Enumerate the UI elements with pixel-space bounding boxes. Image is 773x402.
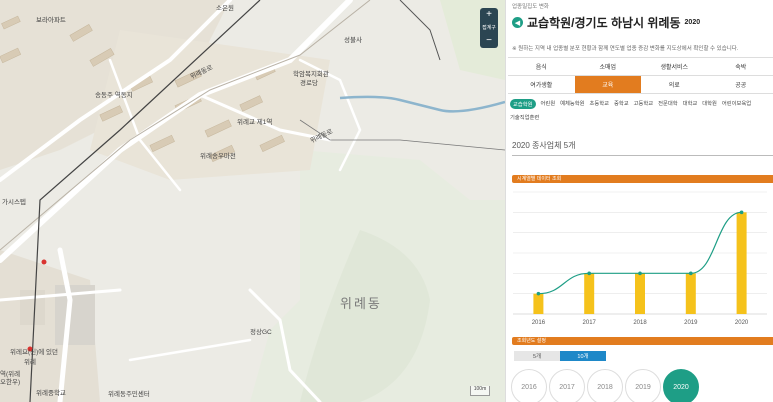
zoom-label: 접계구	[482, 25, 496, 31]
map-base	[0, 0, 505, 402]
page-title: 교습학원/경기도 하남시 위례동	[527, 16, 681, 30]
x-tick-label: 2017	[583, 320, 597, 326]
trend-point	[587, 271, 591, 276]
year-button[interactable]: 2017	[549, 369, 585, 402]
subcategory-item[interactable]: 대학원	[702, 99, 717, 109]
info-note: ※ 원하는 지역 내 업종별 분포 현황과 함께 연도별 업종 증감 변화를 지…	[512, 46, 739, 52]
map-label-gwangju: 가시스텝	[2, 199, 26, 206]
map-label-soeungwon: 소은원	[216, 5, 234, 12]
period-tabs: 5개 10개	[514, 351, 606, 361]
bar	[584, 273, 595, 314]
category-tab[interactable]: 교육	[574, 76, 641, 93]
map-label-seongbulsa: 성불사	[344, 37, 362, 44]
category-tab[interactable]: 숙박	[708, 58, 773, 75]
title-year: 2020	[684, 19, 701, 26]
map-label-wirye-sub: 위례	[24, 359, 36, 366]
period-tab[interactable]: 10개	[560, 351, 606, 361]
x-tick-label: 2019	[684, 320, 698, 326]
zoom-out-button[interactable]: −	[486, 36, 492, 46]
section-year-header: 조회년도 설정	[512, 337, 773, 345]
bar	[533, 293, 544, 314]
map-label-wirye-bottom: 위례동주민센터	[108, 391, 150, 398]
zoom-control[interactable]: + 접계구 −	[480, 8, 498, 48]
subcategory-item[interactable]: 기술직업훈련	[510, 113, 539, 121]
subcategory-item[interactable]: 어린이보육업	[722, 99, 751, 109]
map-label-hakdong: 학암복지회관	[293, 71, 329, 78]
map-label-bora-apt: 보라아파트	[36, 17, 66, 24]
map-label-wirye-apt: 위레요(신)에 있던	[10, 349, 58, 356]
category-tab[interactable]: 의료	[641, 76, 708, 93]
back-button[interactable]: ◀	[512, 17, 523, 28]
map-label-wirye-school: 위례중학교	[36, 390, 66, 397]
category-tab[interactable]: 소매업	[575, 58, 642, 75]
subcategory-item[interactable]: 예체능학원	[560, 99, 584, 109]
trend-chart: 2016 2017 2018 2019 2020	[513, 191, 767, 326]
bar	[685, 273, 696, 314]
category-tab[interactable]: 공공	[708, 76, 773, 93]
category-tab[interactable]: 음식	[508, 58, 575, 75]
x-tick-label: 2020	[735, 320, 749, 326]
year-selector: 2016 2017 2018 2019 2020	[511, 369, 701, 402]
map-label-gyeongrodang: 경로당	[300, 80, 318, 87]
subcategory-item[interactable]: 어린원	[541, 99, 556, 109]
x-tick-label: 2016	[532, 320, 546, 326]
year-button[interactable]: 2018	[587, 369, 623, 402]
business-count: 2020 종사업체 5개	[512, 141, 576, 150]
bar	[635, 273, 645, 314]
map-view[interactable]: 보라아파트 소은원 성불사 학암복지회관 경로당 송동주 역동지 위례교 제1역…	[0, 0, 505, 402]
subcategory-item[interactable]: 교습학원	[510, 99, 536, 109]
map-label-jisan: 정상GC	[250, 329, 272, 336]
subcategory-item[interactable]: 전문대학	[658, 99, 678, 109]
category-grid: 음식 소매업 생활서비스 숙박 여가생활 교육 의료 공공	[508, 57, 773, 94]
map-label-district: 위례동	[340, 296, 382, 311]
subcategory-list: 교습학원 어린원 예체능학원 초등학교 중학교 고등학교 전문대학 대학교 대학원 어린이보육업기…	[510, 99, 773, 121]
subcategory-item[interactable]: 고등학교	[634, 99, 654, 109]
trend-point	[536, 291, 541, 296]
subcategory-item[interactable]: 중학교	[614, 99, 629, 109]
year-button[interactable]: 2020	[663, 369, 699, 402]
divider	[512, 155, 773, 156]
subcategory-item[interactable]: 초등학교	[590, 99, 610, 109]
bar	[736, 212, 747, 314]
map-label-wirye-songwon: 위례송우마전	[200, 153, 236, 160]
year-button[interactable]: 2016	[511, 369, 547, 402]
period-tab[interactable]: 5개	[514, 351, 560, 361]
category-tab[interactable]: 여가생활	[508, 76, 575, 93]
map-label-wirye-cheil: 위례교 제1역	[237, 119, 273, 126]
zoom-in-button[interactable]: +	[486, 10, 492, 20]
category-tab[interactable]: 생활서비스	[641, 58, 708, 75]
breadcrumb: 업종밀집도 변화	[512, 4, 549, 10]
trend-point	[638, 271, 642, 276]
trend-point	[689, 271, 693, 276]
year-button[interactable]: 2019	[625, 369, 661, 402]
map-label-songdongju: 송동주 역동지	[95, 92, 133, 99]
map-label-wirye-yeok2: 오한우)	[0, 379, 21, 386]
map-label-wirye-yeok: 역(위례	[0, 371, 21, 378]
scale-bar: 100m	[470, 386, 490, 396]
subcategory-item[interactable]: 대학교	[683, 99, 698, 109]
trend-point	[739, 210, 744, 215]
x-tick-label: 2018	[633, 320, 647, 326]
